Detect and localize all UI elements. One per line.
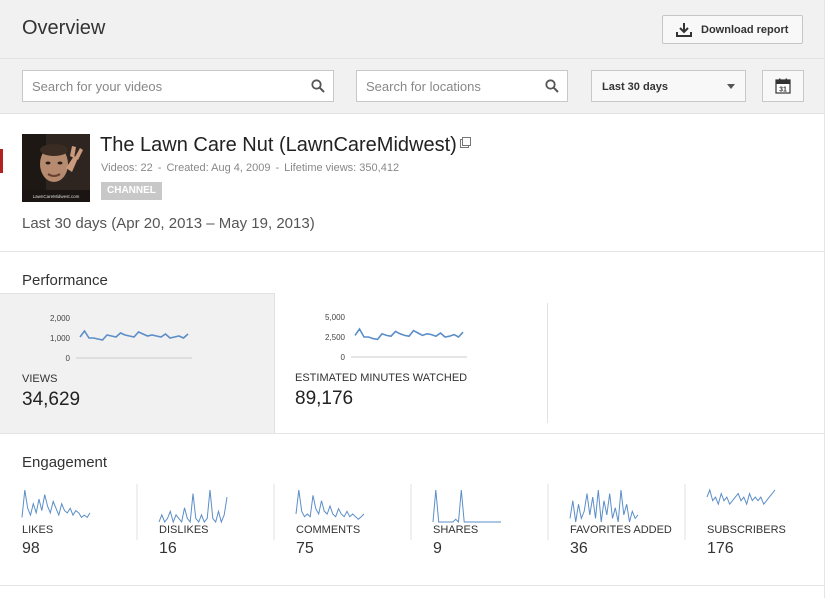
video-search-box (22, 70, 334, 102)
engagement-sparklines (21, 484, 776, 540)
meta-separator: - (275, 162, 280, 174)
shares-label: SHARES (433, 524, 479, 536)
subscribers-value: 176 (707, 540, 734, 557)
likes-label: LIKES (22, 524, 54, 536)
dislikes-value: 16 (159, 540, 177, 557)
favorites-added-sparkline (569, 489, 639, 523)
search-icon[interactable] (545, 79, 559, 93)
section-divider (0, 251, 824, 252)
minutes-series-line (354, 327, 464, 341)
search-icon[interactable] (311, 79, 325, 93)
performance-heading: Performance (22, 272, 108, 289)
views-card[interactable]: 2,000 1,000 0 VIEWS 34,629 (0, 293, 275, 433)
channel-title[interactable]: The Lawn Care Nut (LawnCareMidwest) (100, 134, 471, 157)
page-title: Overview (22, 17, 106, 39)
views-tick-label: 2,000 (50, 314, 71, 323)
minutes-tick-label: 2,500 (325, 333, 346, 342)
channel-lifetime-views: Lifetime views: 350,412 (284, 162, 400, 174)
views-label: VIEWS (22, 373, 58, 385)
selection-edge-marker (0, 149, 3, 173)
shares-sparkline (432, 489, 501, 524)
minutes-sparkline-chart: 5,000 2,500 0 (325, 313, 467, 362)
channel-meta: Videos: 22- Created: Aug 4, 2009- Lifetime… (101, 162, 399, 174)
views-sparkline-chart: 2,000 1,000 0 (50, 314, 192, 363)
likes-sparkline (21, 489, 91, 519)
date-range-selected: Last 30 days (602, 81, 669, 93)
channel-badge: CHANNEL (101, 182, 162, 200)
comments-label: COMMENTS (296, 524, 361, 536)
calendar-day: 31 (779, 87, 787, 94)
date-range-dropdown[interactable]: Last 30 days (591, 70, 746, 102)
location-search-input[interactable] (357, 71, 567, 101)
download-report-button[interactable]: Download report (662, 15, 803, 44)
minutes-tick-label: 5,000 (325, 313, 346, 322)
minutes-watched-label: ESTIMATED MINUTES WATCHED (295, 372, 468, 384)
views-value: 34,629 (22, 389, 81, 410)
channel-video-count: Videos: 22 (101, 162, 153, 174)
comments-value: 75 (296, 540, 314, 557)
channel-created-date: Created: Aug 4, 2009 (166, 162, 271, 174)
header-bar: Overview Download report (0, 0, 824, 59)
calendar-button[interactable]: 31 (762, 70, 804, 102)
download-report-label: Download report (701, 23, 789, 36)
download-icon (676, 22, 692, 37)
video-search-input[interactable] (23, 71, 333, 101)
analytics-frame: Overview Download report Last 30 (0, 0, 825, 598)
likes-value: 98 (22, 540, 40, 557)
external-link-icon[interactable] (459, 137, 471, 148)
section-divider (0, 585, 824, 586)
comments-sparkline (295, 489, 365, 520)
minutes-watched-card[interactable]: 5,000 2,500 0 ESTIMATED MINUTES WATCHED 89… (275, 293, 548, 433)
favorites-added-value: 36 (570, 540, 588, 557)
views-tick-label: 1,000 (50, 334, 71, 343)
filter-toolbar: Last 30 days 31 (0, 59, 824, 114)
meta-separator: - (157, 162, 162, 174)
dislikes-label: DISLIKES (159, 524, 209, 536)
favorites-added-label: FAVORITES ADDED (570, 524, 672, 536)
dislikes-sparkline (158, 489, 228, 524)
engagement-heading: Engagement (22, 454, 108, 471)
thumbnail-caption: LawnCareMidwest.com (33, 194, 80, 199)
channel-name[interactable]: The Lawn Care Nut (LawnCareMidwest) (100, 134, 457, 156)
subscribers-sparkline (706, 488, 776, 506)
minutes-tick-label: 0 (341, 353, 346, 362)
views-series-line (79, 329, 189, 341)
views-tick-label: 0 (66, 354, 71, 363)
minutes-watched-value: 89,176 (295, 388, 354, 409)
location-search-box (356, 70, 568, 102)
section-divider (0, 433, 824, 434)
performance-divider (547, 303, 548, 423)
chevron-down-icon (727, 84, 735, 89)
subscribers-label: SUBSCRIBERS (707, 524, 786, 536)
channel-thumbnail[interactable]: LawnCareMidwest.com (22, 134, 90, 202)
calendar-icon: 31 (775, 78, 791, 94)
channel-avatar-image: LawnCareMidwest.com (22, 134, 90, 202)
date-range-summary: Last 30 days (Apr 20, 2013 – May 19, 201… (22, 215, 315, 232)
shares-value: 9 (433, 540, 442, 557)
